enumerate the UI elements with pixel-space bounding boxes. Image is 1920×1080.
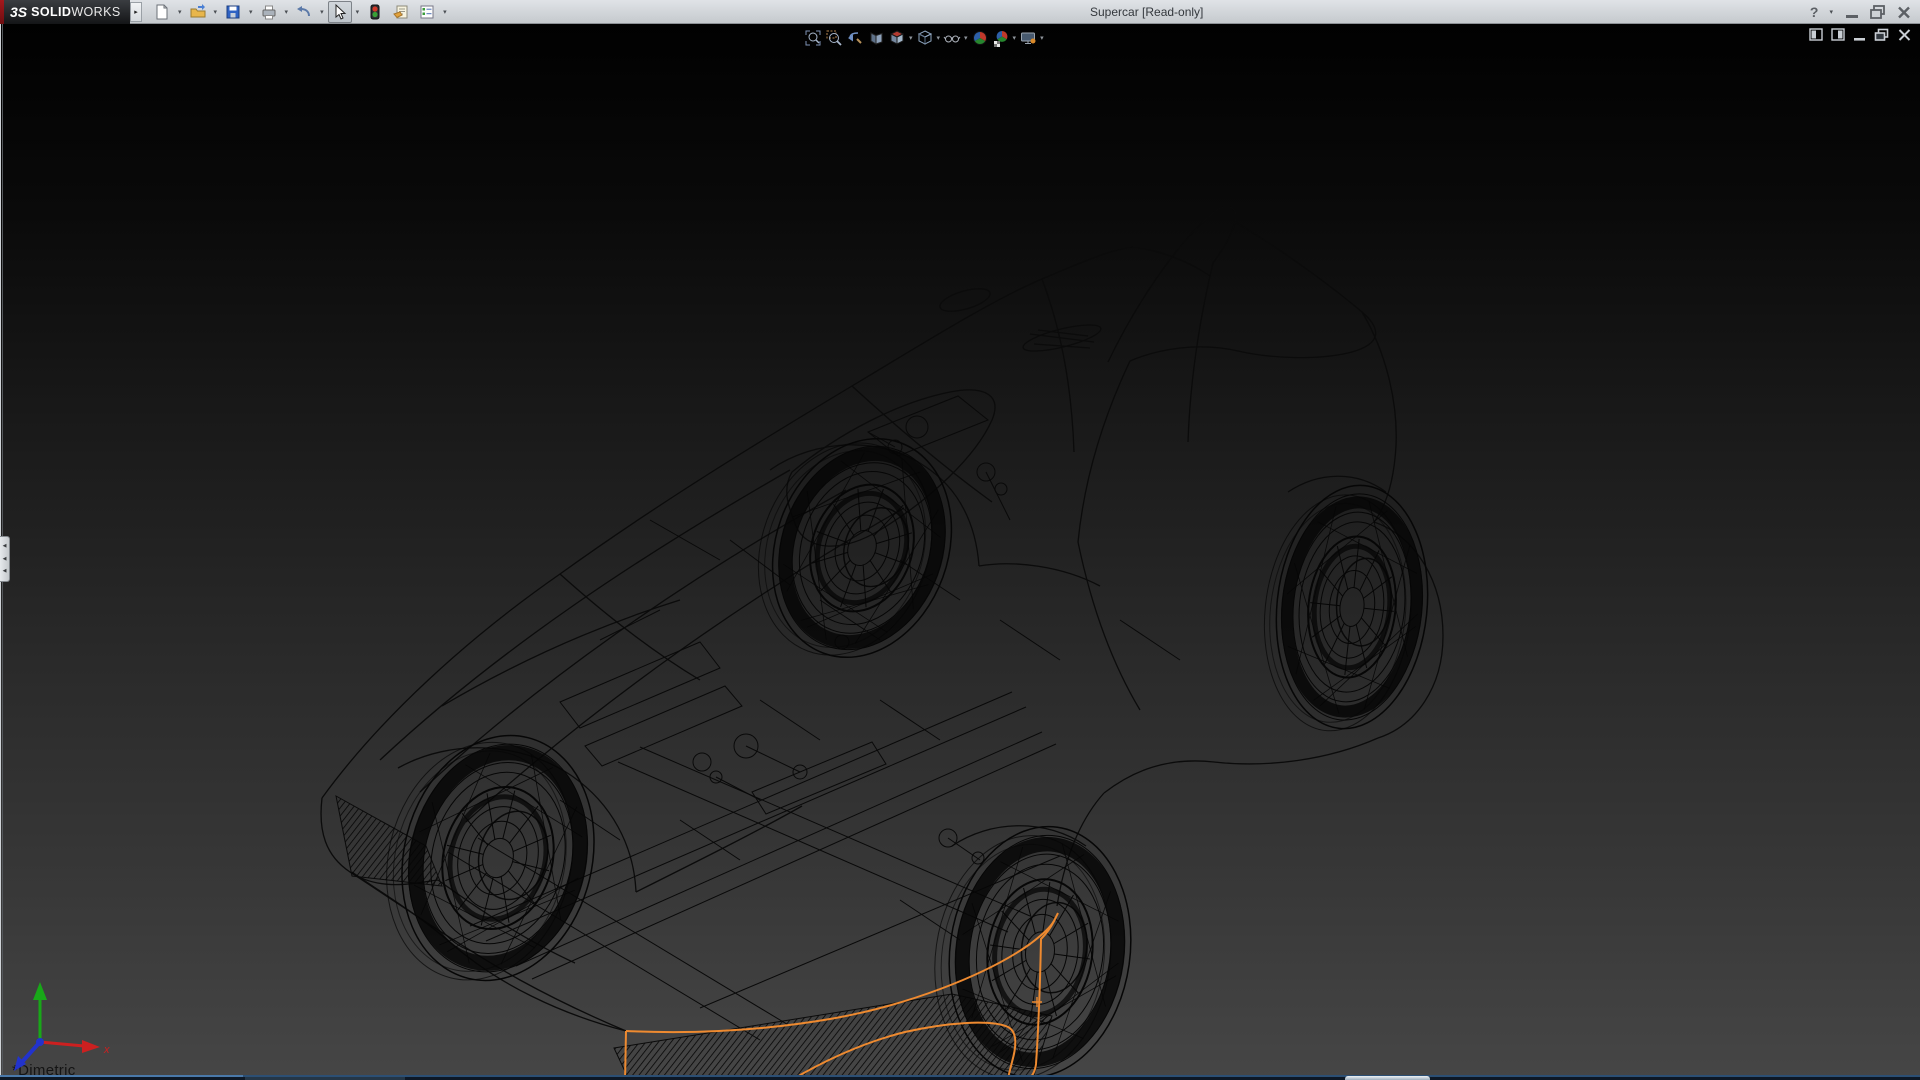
apply-scene-dropdown[interactable]: ▾ <box>1012 34 1018 42</box>
main-toolbar: ▾ ▾ ▾ <box>150 0 449 24</box>
close-icon[interactable] <box>1896 4 1912 20</box>
open-folder-icon <box>189 3 207 21</box>
minimize-icon[interactable] <box>1844 4 1860 20</box>
hide-show-items-dropdown[interactable]: ▾ <box>963 34 969 42</box>
solidworks-window: ▾ ▾ ▾ <box>0 0 1920 1080</box>
solidworks-logo: 3S SOLID WORKS <box>0 0 130 24</box>
logo-red-stripe <box>0 0 4 24</box>
help-dropdown[interactable]: ▾ <box>1827 8 1835 16</box>
section-view-button[interactable] <box>866 28 886 48</box>
display-style-cube-icon <box>916 29 934 47</box>
display-style-dropdown[interactable]: ▾ <box>936 34 942 42</box>
window-controls: ? ▾ <box>1810 0 1912 24</box>
traffic-light-icon <box>366 3 384 21</box>
feature-tree-collapsed-handle[interactable]: ◀ ◀ ◀ <box>0 536 10 582</box>
logo-mark: 3S <box>10 4 27 20</box>
save-dropdown[interactable]: ▾ <box>247 8 255 16</box>
headsup-view-toolbar: ▾ ▾ ▾ <box>803 28 1045 48</box>
new-document-dropdown[interactable]: ▾ <box>176 8 184 16</box>
view-settings-icon <box>1019 29 1037 47</box>
open-document-dropdown[interactable]: ▾ <box>212 8 220 16</box>
document-restore-icon[interactable] <box>1874 27 1890 42</box>
print-dropdown[interactable]: ▾ <box>283 8 291 16</box>
hide-show-items-button[interactable] <box>942 28 962 48</box>
zoom-to-area-icon <box>825 29 843 47</box>
undo-dropdown[interactable]: ▾ <box>318 8 326 16</box>
logo-text-works: WORKS <box>71 5 120 19</box>
reference-triad: x <box>8 970 128 1080</box>
pane-toggle-left-icon[interactable] <box>1809 27 1824 42</box>
select-dropdown[interactable]: ▾ <box>354 8 362 16</box>
options-button[interactable] <box>415 1 439 23</box>
wheel-wireframes[interactable] <box>362 409 1439 1080</box>
file-properties-icon <box>392 3 410 21</box>
undo-arrow-icon <box>295 3 313 21</box>
rebuild-button[interactable] <box>363 1 387 23</box>
taskbar-highlight <box>1345 1076 1430 1080</box>
pane-toggle-right-icon[interactable] <box>1831 27 1846 42</box>
file-properties-button[interactable] <box>389 1 413 23</box>
x-axis-arrow <box>40 1042 84 1046</box>
z-axis-arrow <box>22 1042 40 1062</box>
car-wireframe-model[interactable] <box>0 24 1920 1080</box>
collapse-arrow-icon: ◀ <box>3 569 7 574</box>
taskbar-edge[interactable] <box>0 1075 1920 1080</box>
apply-scene-icon <box>992 29 1010 47</box>
zoom-to-fit-button[interactable] <box>803 28 823 48</box>
logo-text-solid: SOLID <box>31 5 71 19</box>
section-view-icon <box>867 29 885 47</box>
print-icon <box>260 3 278 21</box>
restore-icon[interactable] <box>1869 4 1887 20</box>
document-minimize-icon[interactable] <box>1853 27 1867 42</box>
options-checklist-icon <box>418 3 436 21</box>
view-orientation-dropdown[interactable]: ▾ <box>908 34 914 42</box>
display-style-button[interactable] <box>915 28 935 48</box>
edit-appearance-button[interactable] <box>970 28 990 48</box>
options-dropdown[interactable]: ▾ <box>441 8 449 16</box>
zoom-to-fit-icon <box>804 29 822 47</box>
view-orientation-button[interactable] <box>887 28 907 48</box>
print-button[interactable] <box>257 1 281 23</box>
window-title: Supercar [Read-only] <box>1090 5 1203 19</box>
zoom-to-area-button[interactable] <box>824 28 844 48</box>
car-body-outline[interactable] <box>321 207 1443 1031</box>
select-button[interactable] <box>328 1 352 23</box>
view-settings-button[interactable] <box>1018 28 1038 48</box>
collapse-arrow-icon: ◀ <box>3 544 7 549</box>
view-orientation-cube-icon <box>888 29 906 47</box>
help-button[interactable]: ? <box>1810 4 1819 20</box>
document-window-controls <box>1809 27 1912 42</box>
eyeglasses-icon <box>943 29 961 47</box>
previous-view-icon <box>846 29 864 47</box>
save-button[interactable] <box>221 1 245 23</box>
new-document-button[interactable] <box>150 1 174 23</box>
save-floppy-icon <box>224 3 242 21</box>
appearance-ball-icon <box>971 29 989 47</box>
select-cursor-icon <box>331 3 349 21</box>
apply-scene-button[interactable] <box>991 28 1011 48</box>
open-document-button[interactable] <box>186 1 210 23</box>
view-settings-dropdown[interactable]: ▾ <box>1039 34 1045 42</box>
graphics-viewport[interactable]: ▾ ▾ ▾ <box>0 24 1920 1080</box>
document-close-icon[interactable] <box>1897 27 1912 42</box>
title-bar: 3S SOLID WORKS ▸ ▾ ▾ <box>0 0 1920 24</box>
new-document-icon <box>153 3 171 21</box>
collapse-arrow-icon: ◀ <box>3 557 7 562</box>
undo-button[interactable] <box>292 1 316 23</box>
x-axis-label: x <box>103 1044 110 1056</box>
menu-flyout-arrow[interactable]: ▸ <box>130 2 142 22</box>
previous-view-button[interactable] <box>845 28 865 48</box>
